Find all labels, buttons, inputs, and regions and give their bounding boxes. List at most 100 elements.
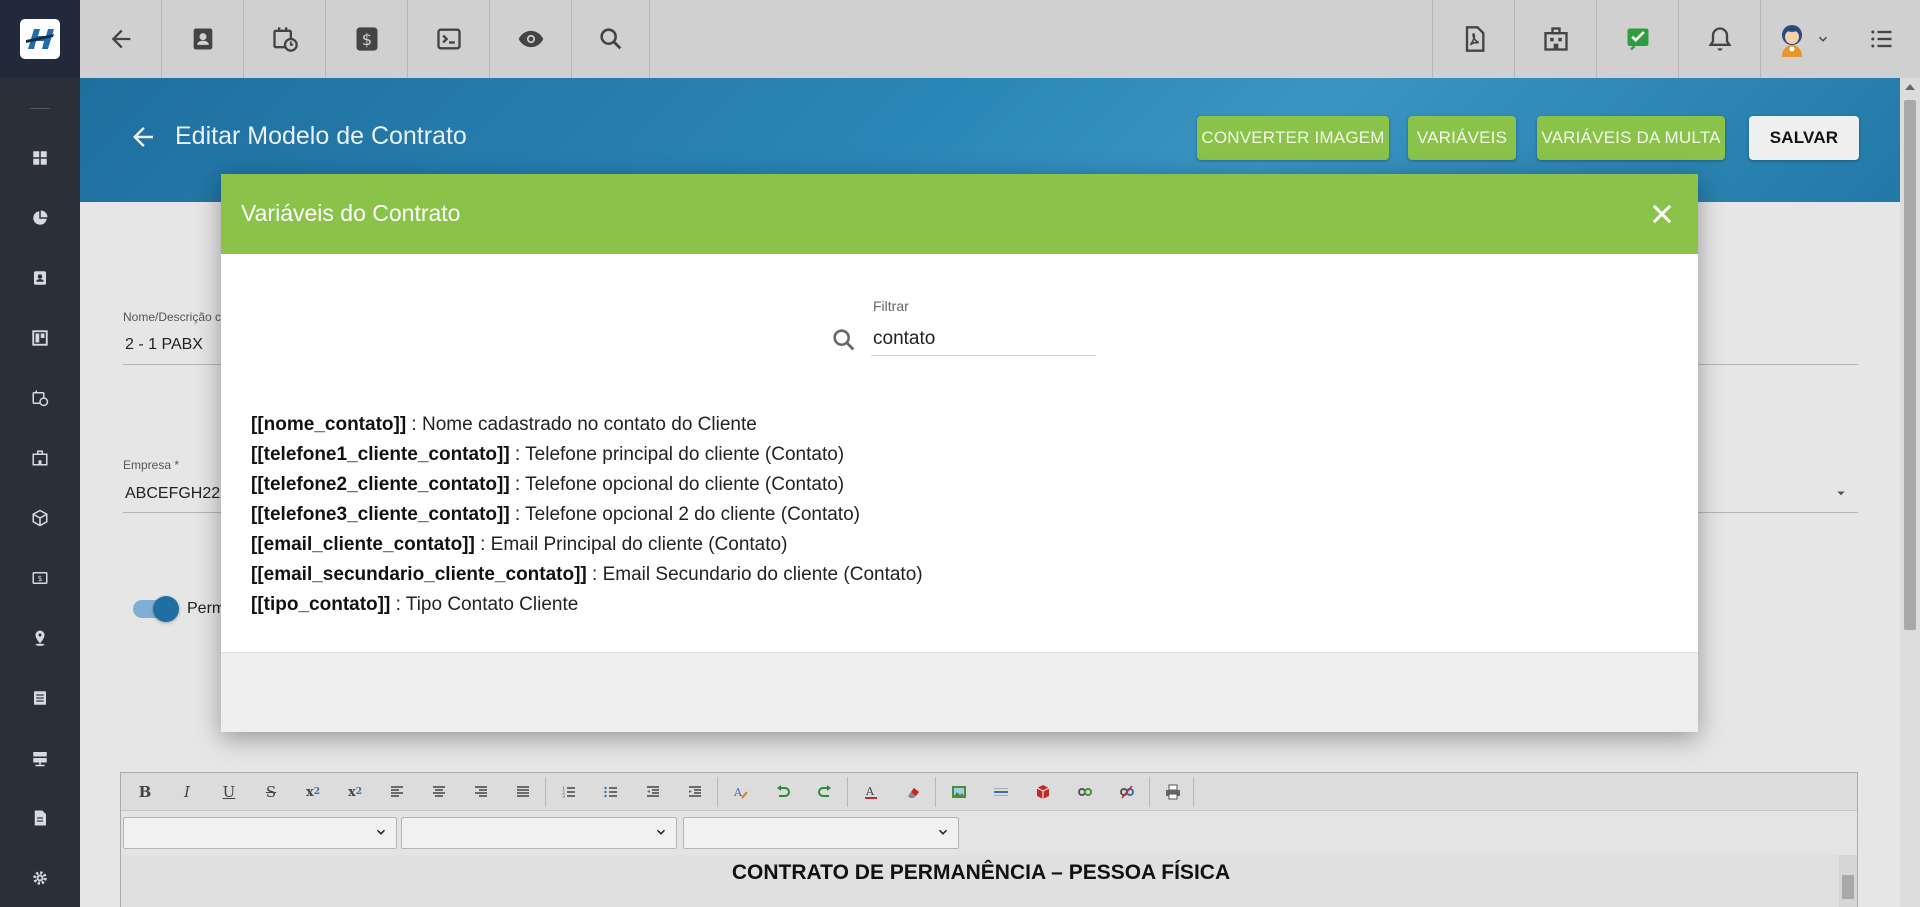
strikethrough-button[interactable]: S: [259, 781, 283, 803]
terminal-button[interactable]: [408, 0, 490, 78]
close-icon[interactable]: [1648, 200, 1676, 228]
app-logo[interactable]: [0, 0, 80, 78]
editor-scrollbar[interactable]: [1839, 855, 1857, 907]
sidebar-item-reports[interactable]: [0, 198, 80, 238]
sidebar: $: [0, 78, 80, 907]
horizontal-rule-button[interactable]: [989, 781, 1013, 803]
logo-icon: [26, 29, 54, 49]
sidebar-item-locations[interactable]: [0, 618, 80, 658]
building-icon: [1543, 27, 1568, 51]
subscript-button[interactable]: x2: [301, 781, 325, 803]
italic-button[interactable]: I: [175, 781, 199, 803]
fine-variables-button[interactable]: VARIÁVEIS DA MULTA: [1537, 116, 1725, 160]
align-right-button[interactable]: [469, 781, 493, 803]
server-icon: [33, 752, 47, 767]
scroll-up-arrow[interactable]: [1905, 84, 1915, 90]
contacts-button[interactable]: [162, 0, 244, 78]
calendar-icon: [32, 390, 49, 407]
finance-button[interactable]: $: [326, 0, 408, 78]
back-button[interactable]: [80, 0, 162, 78]
undo-icon: [777, 785, 790, 797]
building-icon: [32, 450, 48, 466]
company-select[interactable]: ABCEFGH222: [125, 485, 229, 503]
pdf-button[interactable]: [1432, 0, 1514, 78]
variable-description: : Telefone opcional do cliente (Contato): [509, 474, 845, 495]
outdent-button[interactable]: [641, 781, 665, 803]
sidebar-item-calendar[interactable]: [0, 378, 80, 418]
convert-image-button[interactable]: CONVERTER IMAGEM: [1197, 116, 1389, 160]
pie-chart-icon: [33, 210, 48, 225]
pdf-icon: [1465, 26, 1484, 52]
unlink-button[interactable]: [1115, 781, 1139, 803]
sidebar-item-finance[interactable]: $: [0, 558, 80, 598]
format-select[interactable]: [123, 817, 397, 849]
redo-button[interactable]: [813, 781, 837, 803]
svg-text:$: $: [38, 574, 43, 583]
clear-format-button[interactable]: [901, 781, 925, 803]
bold-button[interactable]: B: [133, 781, 157, 803]
name-field[interactable]: 2 - 1 PABX: [125, 336, 203, 354]
bullet-list-button[interactable]: [599, 781, 623, 803]
filter-input[interactable]: [871, 322, 1096, 356]
align-left-button[interactable]: [385, 781, 409, 803]
editor-scrollbar-thumb[interactable]: [1842, 875, 1854, 899]
package-icon: [32, 509, 48, 527]
chevron-down-icon: [656, 829, 666, 835]
cube-icon: [1036, 785, 1050, 799]
dialog-title: Variáveis do Contrato: [241, 200, 461, 226]
align-center-button[interactable]: [427, 781, 451, 803]
company-button[interactable]: [1514, 0, 1596, 78]
insert-image-button[interactable]: [947, 781, 971, 803]
notifications-button[interactable]: [1678, 0, 1760, 78]
font-family-select[interactable]: [401, 817, 677, 849]
insert-link-button[interactable]: [1073, 781, 1097, 803]
font-size-select[interactable]: [683, 817, 959, 849]
indent-button[interactable]: [683, 781, 707, 803]
ordered-list-icon: 123: [562, 786, 575, 800]
toolbar-divider: [717, 777, 718, 807]
underline-button[interactable]: U: [217, 781, 241, 803]
sidebar-item-products[interactable]: [0, 498, 80, 538]
format-button[interactable]: A: [729, 781, 753, 803]
variables-button[interactable]: VARIÁVEIS: [1408, 116, 1516, 160]
font-color-button[interactable]: A: [859, 781, 883, 803]
company-dropdown-icon[interactable]: [1832, 484, 1850, 502]
variable-key: [[nome_contato]]: [251, 414, 407, 435]
save-button[interactable]: SALVAR: [1749, 116, 1859, 160]
document-heading: CONTRATO DE PERMANÊNCIA – PESSOA FÍSICA: [731, 861, 1231, 884]
justify-button[interactable]: [511, 781, 535, 803]
sidebar-item-settings[interactable]: [0, 858, 80, 898]
sidebar-item-lists[interactable]: [0, 678, 80, 718]
list-item: [[nome_contato]] : Nome cadastrado no co…: [251, 414, 923, 444]
superscript-button[interactable]: x2: [343, 781, 367, 803]
variable-description: : Telefone principal do cliente (Contato…: [509, 444, 845, 465]
schedule-button[interactable]: [244, 0, 326, 78]
horizontal-rule-icon: [994, 788, 1008, 796]
link-icon: [1078, 788, 1092, 796]
justify-icon: [517, 786, 529, 797]
search-button[interactable]: [572, 0, 650, 78]
sidebar-item-contacts[interactable]: [0, 258, 80, 298]
header-back-icon[interactable]: [128, 122, 158, 152]
sidebar-item-board[interactable]: [0, 318, 80, 358]
user-menu[interactable]: [1760, 0, 1842, 78]
insert-object-button[interactable]: [1031, 781, 1055, 803]
sidebar-item-dashboard[interactable]: [0, 138, 80, 178]
main-menu-button[interactable]: [1842, 0, 1920, 78]
ordered-list-button[interactable]: 123: [557, 781, 581, 803]
view-button[interactable]: [490, 0, 572, 78]
sidebar-item-documents[interactable]: [0, 798, 80, 838]
page-scrollbar[interactable]: [1900, 78, 1920, 907]
page-scrollbar-thumb[interactable]: [1904, 100, 1916, 630]
undo-button[interactable]: [771, 781, 795, 803]
print-button[interactable]: [1161, 781, 1185, 803]
sidebar-item-servers[interactable]: [0, 738, 80, 778]
contact-card-icon: [193, 28, 212, 50]
tasks-button[interactable]: [1596, 0, 1678, 78]
chevron-down-icon: [938, 829, 948, 835]
chevron-down-icon: [376, 829, 386, 835]
toolbar-divider: [847, 777, 848, 807]
variable-description: : Tipo Contato Cliente: [390, 594, 579, 615]
variable-key: [[email_cliente_contato]]: [251, 534, 475, 555]
sidebar-item-companies[interactable]: [0, 438, 80, 478]
